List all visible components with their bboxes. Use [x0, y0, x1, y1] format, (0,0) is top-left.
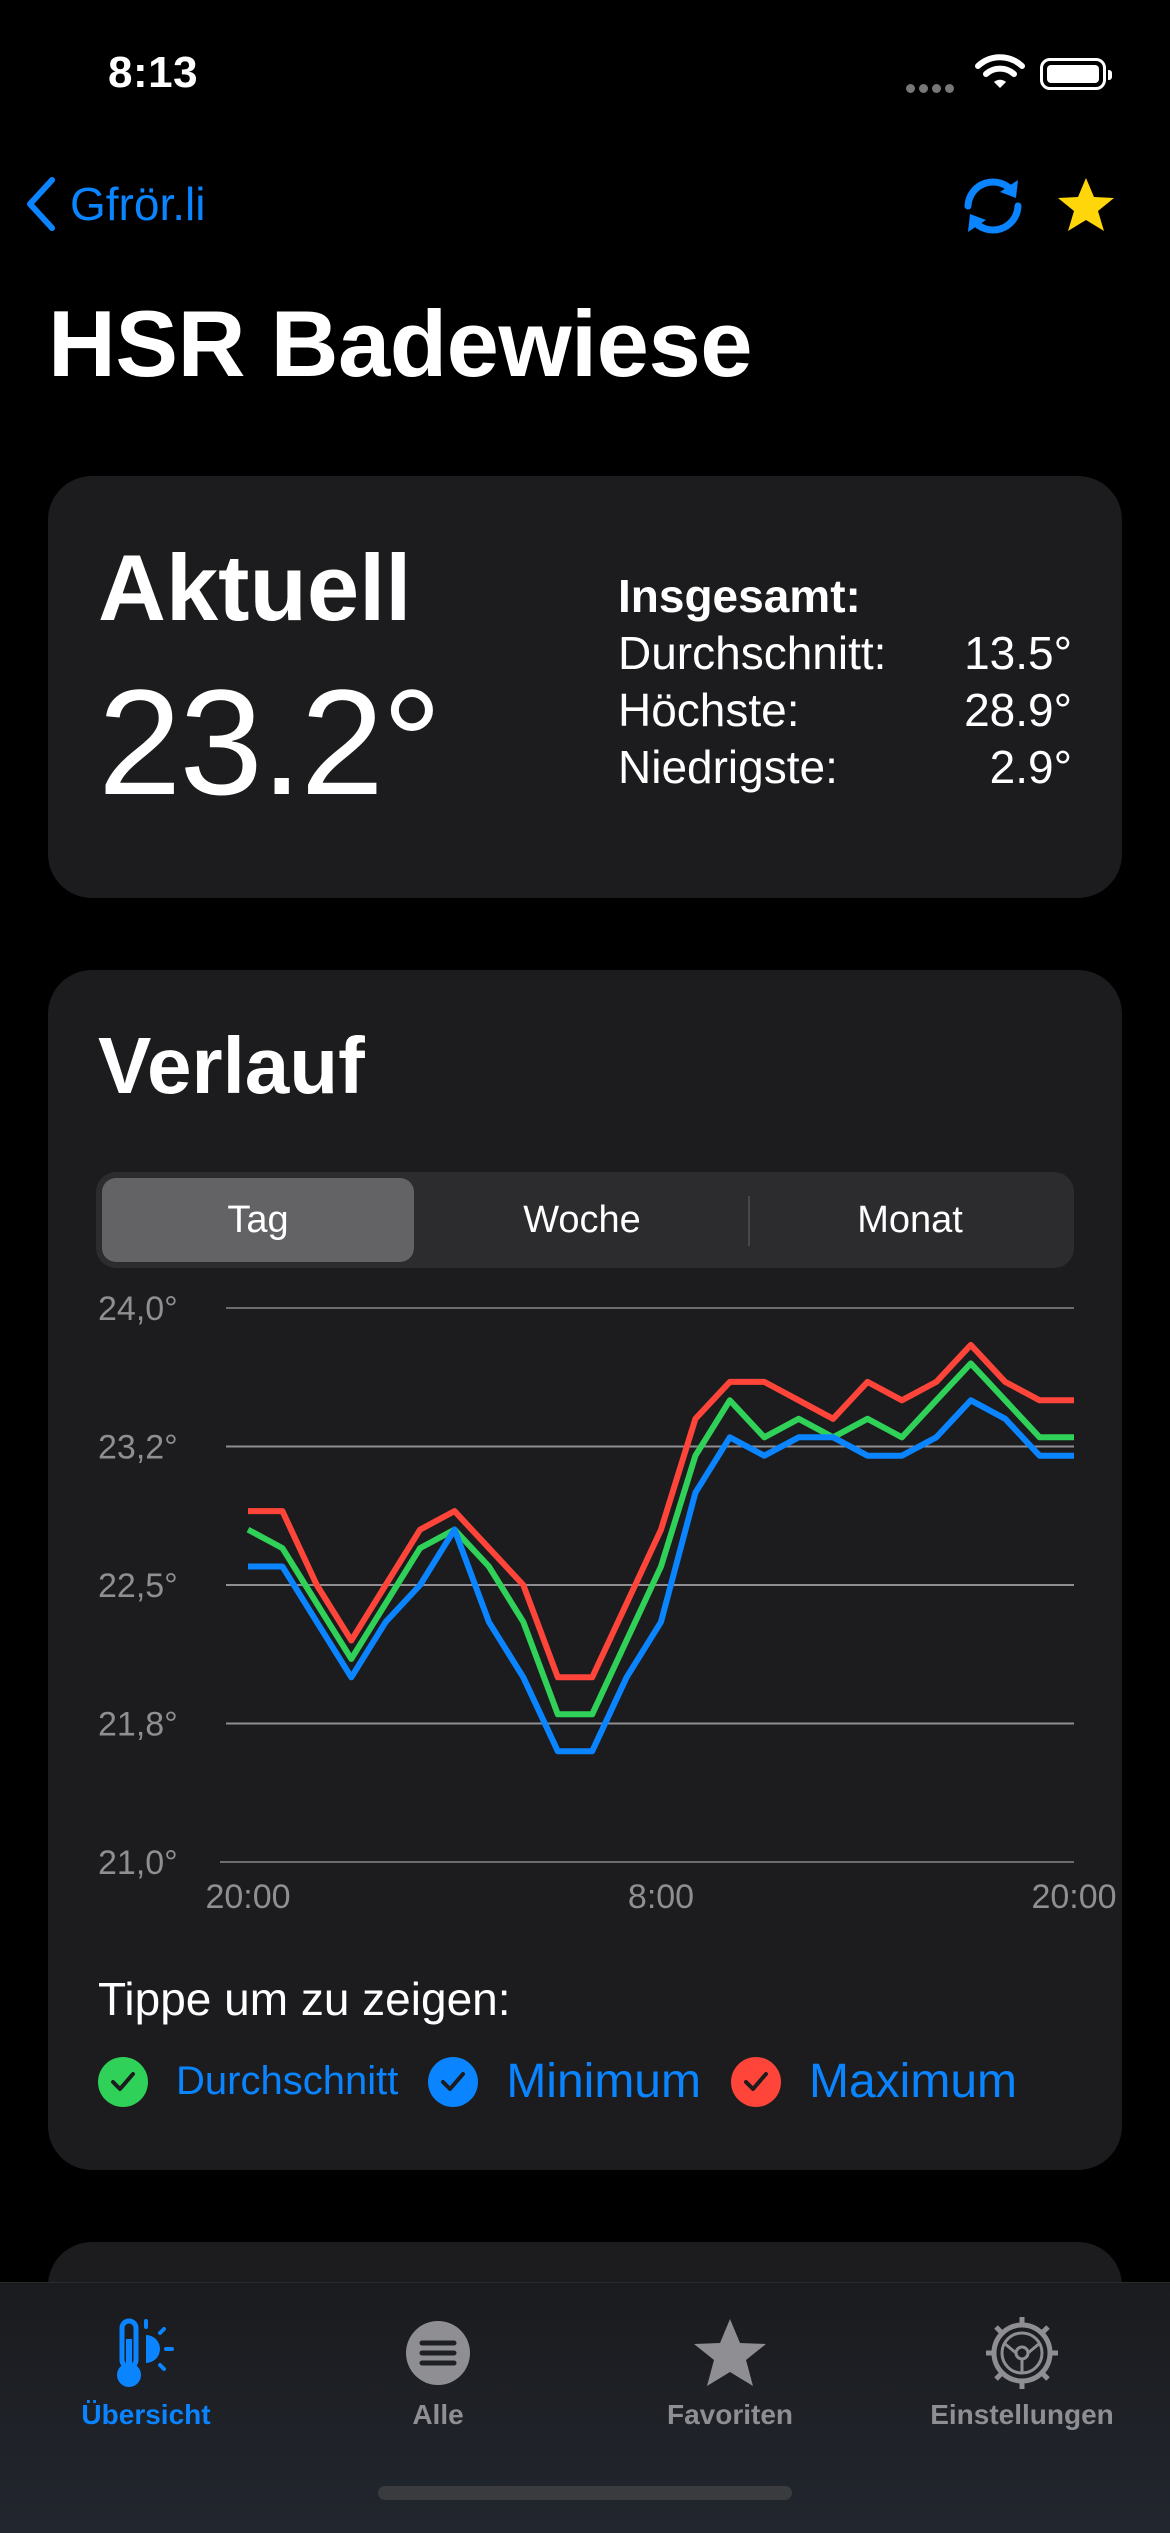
gear-icon [986, 2317, 1058, 2389]
thermometer-sun-icon [117, 2318, 174, 2387]
segment-week[interactable]: Woche [420, 1178, 744, 1262]
stat-row-average: Durchschnitt: 13.5° [618, 625, 1072, 682]
history-card: Verlauf Tag Woche Monat 24,0° 23,2° 22,5° 2… [48, 970, 1122, 2170]
chevron-left-icon [27, 177, 55, 231]
legend-label: Maximum [808, 2055, 1017, 2108]
wifi-icon [974, 52, 1026, 97]
status-time: 8:13 [108, 48, 199, 97]
stat-value: 2.9° [989, 741, 1072, 793]
overall-stats: Insgesamt: Durchschnitt: 13.5° Höchste: … [618, 568, 1072, 796]
tab-label: Übersicht [81, 2399, 211, 2430]
segment-month[interactable]: Monat [752, 1178, 1068, 1262]
y-tick-label: 21,8° [98, 1706, 178, 1744]
tab-favorites[interactable]: Favoriten [610, 2313, 850, 2431]
y-tick-label: 23,2° [98, 1429, 178, 1467]
cellular-signal-icon [906, 80, 958, 98]
star-icon [694, 2319, 766, 2386]
segment-divider [748, 1196, 750, 1246]
refresh-button[interactable] [958, 176, 1028, 241]
battery-icon [1040, 58, 1112, 90]
page-title: HSR Badewiese [48, 291, 753, 396]
stat-row-lowest: Niedrigste: 2.9° [618, 739, 1072, 796]
stat-label: Höchste: [618, 684, 800, 736]
tap-hint: Tippe um zu zeigen: [98, 1973, 511, 2025]
star-icon [1058, 178, 1114, 231]
legend-toggle-minimum[interactable]: Minimum [428, 2054, 701, 2109]
current-card: Aktuell 23.2° Insgesamt: Durchschnitt: 1… [48, 476, 1122, 898]
series-line-durchschnitt [246, 1360, 1074, 1718]
y-tick-label: 21,0° [98, 1844, 178, 1882]
stats-title: Insgesamt: [618, 570, 861, 622]
back-button[interactable]: Gfrör.li [24, 176, 205, 232]
checkmark-icon [98, 2056, 148, 2107]
legend-toggle-average[interactable]: Durchschnitt [98, 2056, 399, 2107]
stat-value: 28.9° [964, 684, 1072, 736]
period-segmented-control[interactable]: Tag Woche Monat [96, 1172, 1074, 1268]
list-icon [406, 2321, 470, 2385]
legend-toggle-maximum[interactable]: Maximum [730, 2054, 1017, 2109]
legend-label: Minimum [506, 2055, 701, 2108]
tab-label: Alle [412, 2399, 464, 2430]
segment-day[interactable]: Tag [102, 1178, 414, 1262]
back-label: Gfrör.li [70, 178, 206, 230]
stat-label: Niedrigste: [618, 741, 838, 793]
x-tick-label: 20:00 [205, 1878, 290, 1910]
tab-overview[interactable]: Übersicht [26, 2313, 266, 2431]
tab-settings[interactable]: Einstellungen [902, 2313, 1142, 2431]
tab-label: Favoriten [666, 2399, 794, 2430]
current-label: Aktuell [98, 535, 412, 640]
favorite-button[interactable] [1054, 174, 1118, 243]
home-indicator [378, 2486, 792, 2500]
y-tick-label: 22,5° [98, 1567, 178, 1605]
x-tick-label: 8:00 [628, 1878, 694, 1910]
tab-all[interactable]: Alle [318, 2313, 558, 2431]
checkmark-icon [428, 2056, 479, 2107]
refresh-icon [964, 178, 1022, 234]
legend-label: Durchschnitt [176, 2059, 399, 2103]
history-title: Verlauf [98, 1021, 365, 1110]
temperature-chart: 24,0° 23,2° 22,5° 21,8° 21,0° 20:00 8:00 20:00 [98, 1290, 1117, 1910]
y-tick-label: 24,0° [98, 1290, 178, 1328]
stat-row-highest: Höchste: 28.9° [618, 682, 1072, 739]
series-line-minimum [248, 1397, 1074, 1755]
legend: Durchschnitt Minimum Maximum [98, 2054, 1017, 2109]
stat-label: Durchschnitt: [618, 627, 887, 679]
x-tick-label: 20:00 [1031, 1878, 1116, 1910]
current-temperature: 23.2° [98, 658, 442, 826]
stat-value: 13.5° [964, 627, 1072, 679]
tab-label: Einstellungen [930, 2399, 1114, 2430]
checkmark-icon [730, 2056, 781, 2107]
